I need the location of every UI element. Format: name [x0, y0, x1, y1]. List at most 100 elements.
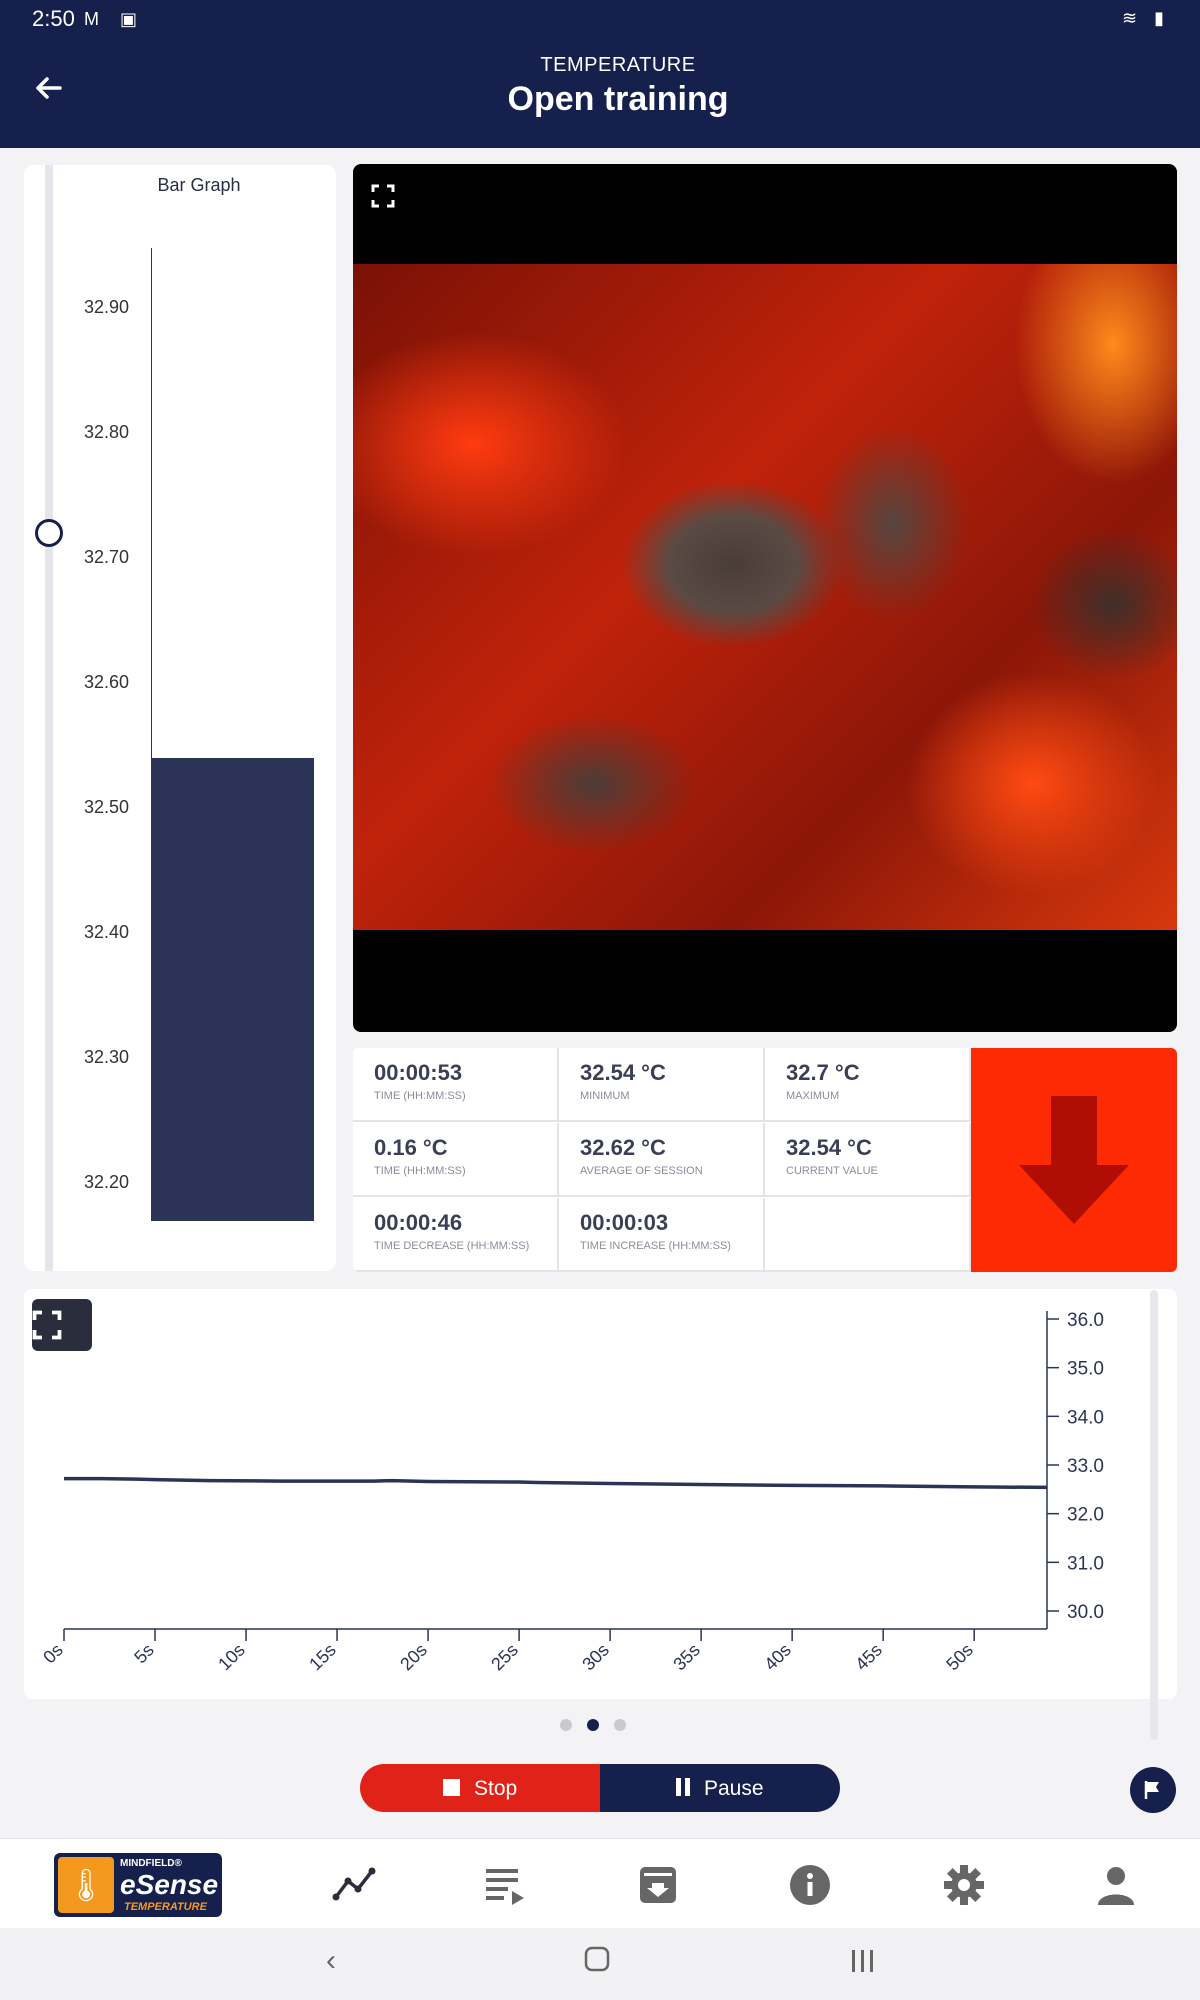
chart-icon[interactable] [332, 1863, 376, 1907]
x-tick-label: 40s [760, 1640, 795, 1675]
pause-icon [674, 1777, 694, 1803]
stat-label: TIME INCREASE (HH:MM:SS) [580, 1240, 731, 1252]
stat-label: MINIMUM [580, 1090, 630, 1102]
x-tick-label: 30s [578, 1640, 613, 1675]
line-chart-card: 36.0 35.0 34.0 33.0 32.0 31.0 30.0 0s 5s 10s 15s 20… [24, 1289, 1177, 1699]
page-title: Open training [507, 80, 729, 118]
video-frame-fire-image [353, 264, 1177, 930]
stat-label: CURRENT VALUE [786, 1165, 878, 1177]
app-bar: TEMPERATURE Open training [0, 38, 1200, 148]
x-tick-label: 45s [851, 1640, 886, 1675]
logo-product: eSense [120, 1869, 219, 1900]
x-tick-label: 10s [214, 1640, 249, 1675]
temperature-series-line [64, 1476, 1048, 1490]
stat-value: 00:00:46 [374, 1210, 463, 1235]
y-tick-label: 34.0 [1067, 1407, 1104, 1428]
x-tick-label: 0s [39, 1640, 67, 1668]
page-dot[interactable] [614, 1719, 626, 1731]
status-bar: 2:50 M ▣ ≋ ▮ [0, 0, 1200, 38]
pause-button[interactable]: Pause [600, 1764, 840, 1812]
stat-cell: 32.54 °C CURRENT VALUE [765, 1123, 971, 1197]
threshold-slider-handle[interactable] [35, 519, 63, 547]
page-dot[interactable] [560, 1719, 572, 1731]
stat-cell: 0.16 °C TIME (HH:MM:SS) [353, 1123, 559, 1197]
y-tick-label: 36.0 [1067, 1310, 1104, 1331]
flag-icon [1144, 1781, 1159, 1799]
x-tick-label: 20s [396, 1640, 431, 1675]
bar-graph-tick: 32.60 [84, 672, 130, 692]
stat-cell: 00:00:53 TIME (HH:MM:SS) [353, 1048, 559, 1122]
stat-cell: 00:00:03 TIME INCREASE (HH:MM:SS) [559, 1198, 765, 1272]
logo-brand: MINDFIELD® [120, 1858, 182, 1869]
page-scrollbar[interactable] [1150, 1290, 1158, 1740]
playlist-icon[interactable] [484, 1863, 528, 1907]
settings-icon[interactable] [942, 1863, 986, 1907]
stat-cell: 32.7 °C MAXIMUM [765, 1048, 971, 1122]
stop-label: Stop [474, 1777, 518, 1800]
stat-value: 32.54 °C [580, 1060, 666, 1085]
bar-graph-card: Bar Graph 32.90 32.80 32.70 32.60 32.50 32.40… [24, 165, 336, 1271]
info-icon[interactable] [788, 1863, 832, 1907]
y-tick-label: 35.0 [1067, 1359, 1104, 1380]
chart-fullscreen-icon [32, 1310, 62, 1340]
session-stats-grid: 00:00:53 TIME (HH:MM:SS) 32.54 °C MINIMUM 32… [353, 1048, 971, 1272]
stat-cell: 00:00:46 TIME DECREASE (HH:MM:SS) [353, 1198, 559, 1272]
page-indicator [560, 1719, 640, 1733]
stat-value: 00:00:53 [374, 1060, 463, 1085]
stop-button[interactable]: Stop [360, 1764, 600, 1812]
page-subtitle: TEMPERATURE [540, 54, 696, 76]
x-tick-label: 35s [669, 1640, 704, 1675]
flag-button[interactable] [1130, 1767, 1176, 1813]
bar-graph-tick: 32.70 [84, 547, 130, 567]
stat-value: 32.62 °C [580, 1135, 666, 1160]
y-tick-label: 33.0 [1067, 1456, 1104, 1477]
signal-battery-icons: ≋ ▮ [1122, 8, 1170, 28]
page-dot[interactable] [587, 1719, 599, 1731]
system-navigation-bar: ‹ [0, 1928, 1200, 2000]
stat-label: AVERAGE OF SESSION [580, 1165, 703, 1177]
stat-value: 00:00:03 [580, 1210, 669, 1235]
stat-cell [765, 1198, 971, 1272]
stat-value: 32.7 °C [786, 1060, 860, 1085]
app-logo: 🌡 MINDFIELD® eSense TEMPERATURE [54, 1853, 222, 1917]
system-back-icon[interactable]: ‹ [326, 1944, 336, 1978]
stat-label: TIME DECREASE (HH:MM:SS) [374, 1240, 530, 1252]
x-tick-label: 15s [305, 1640, 340, 1675]
stat-cell: 32.54 °C MINIMUM [559, 1048, 765, 1122]
y-tick-label: 32.0 [1067, 1505, 1104, 1526]
status-time: 2:50 [32, 6, 75, 31]
archive-icon[interactable] [636, 1863, 680, 1907]
bar-graph-tick: 32.90 [84, 297, 130, 317]
notification-icons: M ▣ [84, 9, 146, 29]
x-tick-label: 25s [487, 1640, 522, 1675]
y-tick-label: 30.0 [1067, 1602, 1104, 1623]
stat-label: TIME (HH:MM:SS) [374, 1165, 466, 1177]
fullscreen-icon[interactable] [371, 184, 395, 215]
feedback-video[interactable] [353, 164, 1177, 1032]
stat-value: 0.16 °C [374, 1135, 448, 1160]
bottom-navigation: 🌡 MINDFIELD® eSense TEMPERATURE [0, 1838, 1200, 1928]
stop-icon [442, 1777, 462, 1803]
trend-indicator [971, 1048, 1177, 1272]
current-value-bar [152, 758, 314, 1221]
temperature-line-chart: 36.0 35.0 34.0 33.0 32.0 31.0 30.0 0s 5s 10s 15s 20… [39, 1310, 1104, 1675]
session-controls: Stop Pause [360, 1764, 840, 1812]
stat-value: 32.54 °C [786, 1135, 872, 1160]
threshold-slider-track[interactable] [45, 165, 53, 1271]
down-arrow-icon [1019, 1096, 1129, 1224]
bar-graph-title: Bar Graph [157, 175, 241, 195]
x-tick-label: 5s [130, 1640, 158, 1668]
fullscreen-icon-svg [371, 184, 395, 208]
x-tick-label: 50s [942, 1640, 977, 1675]
system-recents-icon[interactable] [850, 1948, 876, 1982]
chart-fullscreen-button[interactable] [32, 1299, 92, 1351]
system-home-icon[interactable] [584, 1946, 610, 1980]
thermometer-icon: 🌡 [58, 1857, 114, 1913]
profile-icon[interactable] [1094, 1863, 1138, 1907]
stat-label: TIME (HH:MM:SS) [374, 1090, 466, 1102]
stat-cell: 32.62 °C AVERAGE OF SESSION [559, 1123, 765, 1197]
y-tick-label: 31.0 [1067, 1553, 1104, 1574]
logo-mode: TEMPERATURE [124, 1901, 207, 1913]
stat-label: MAXIMUM [786, 1090, 840, 1102]
pause-label: Pause [704, 1777, 764, 1800]
